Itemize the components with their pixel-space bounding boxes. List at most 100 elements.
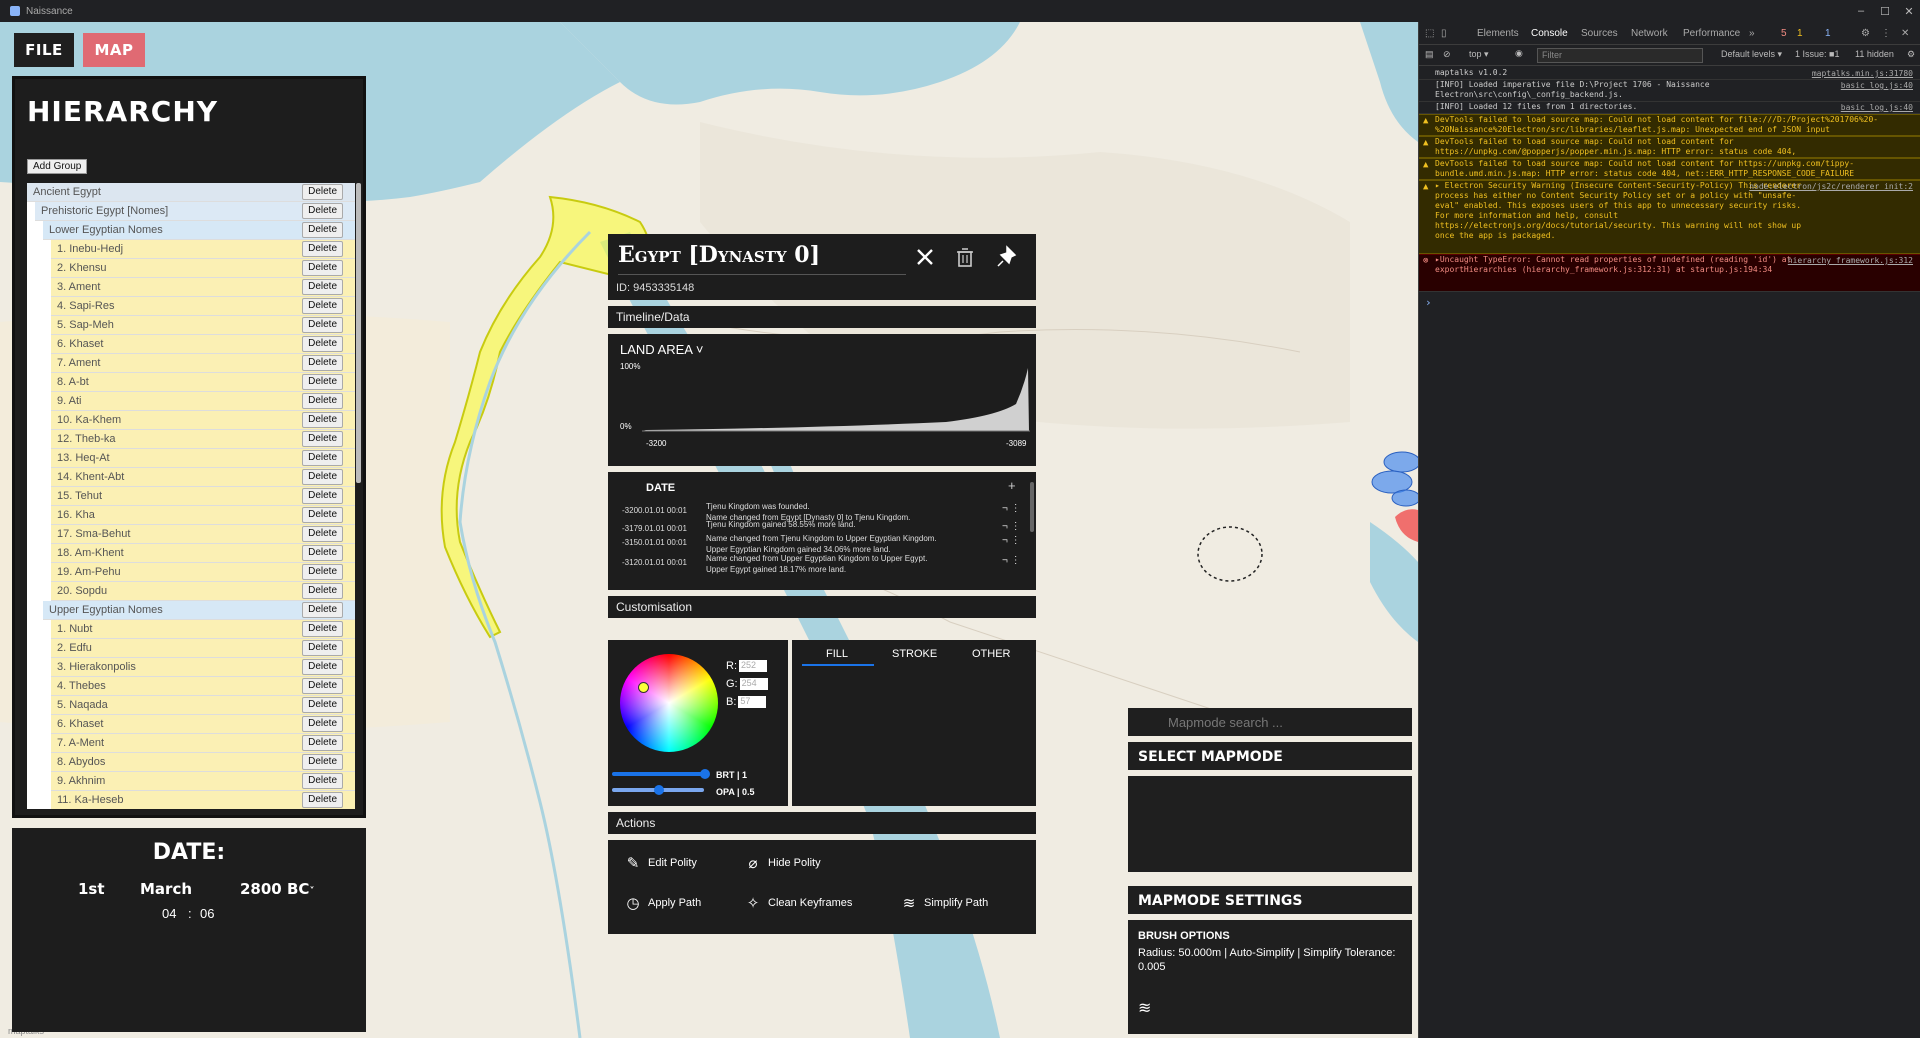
hierarchy-row-label[interactable]: 19. Am-Pehu (51, 566, 302, 578)
color-wheel-cursor[interactable] (638, 682, 649, 693)
hierarchy-row[interactable]: 14. Khent-Abt Delete (51, 468, 355, 487)
warning-count-badge[interactable]: 1 (1797, 28, 1803, 39)
tab-console[interactable]: Console (1531, 28, 1568, 39)
color-wheel[interactable] (620, 654, 718, 752)
add-event-button[interactable]: + (1008, 478, 1016, 493)
hierarchy-row-label[interactable]: 6. Khaset (51, 718, 302, 730)
console-source-link[interactable]: hierarchy_framework.js:312 (1788, 256, 1913, 266)
delete-button[interactable]: Delete (302, 488, 343, 504)
hierarchy-row-label[interactable]: 17. Sma-Behut (51, 528, 302, 540)
info-count-badge[interactable]: 1 (1825, 28, 1831, 39)
delete-button[interactable]: Delete (302, 545, 343, 561)
device-toggle-icon[interactable]: ▯ (1441, 28, 1447, 39)
hierarchy-row-label[interactable]: 9. Ati (51, 395, 302, 407)
date-year[interactable]: 2800 (240, 880, 282, 898)
tab-fill[interactable]: FILL (826, 648, 848, 660)
hierarchy-row[interactable]: 8. Abydos Delete (51, 753, 355, 772)
close-icon[interactable] (912, 244, 938, 270)
mapmode-settings-header[interactable]: MAPMODE SETTINGS (1128, 886, 1412, 914)
delete-button[interactable]: Delete (302, 507, 343, 523)
rgb-b-input[interactable]: 57 (738, 696, 767, 709)
hierarchy-row-label[interactable]: 7. Ament (51, 357, 302, 369)
hierarchy-row[interactable]: 11. Ka-Heseb Delete (51, 791, 355, 809)
hierarchy-row[interactable]: 4. Sapi-Res Delete (51, 297, 355, 316)
hierarchy-row[interactable]: 10. Ka-Khem Delete (51, 411, 355, 430)
event-menu-icon[interactable]: ¬ ⋮ (1002, 555, 1032, 566)
console-prompt[interactable]: › (1425, 296, 1432, 309)
hierarchy-row-label[interactable]: Ancient Egypt (27, 186, 302, 198)
events-scrollbar[interactable] (1030, 482, 1034, 532)
date-hour[interactable]: 04 (162, 906, 176, 921)
hierarchy-row-label[interactable]: 8. Abydos (51, 756, 302, 768)
hierarchy-row-label[interactable]: 12. Theb-ka (51, 433, 302, 445)
hierarchy-row-label[interactable]: 2. Edfu (51, 642, 302, 654)
event-menu-icon[interactable]: ¬ ⋮ (1002, 521, 1032, 532)
delete-button[interactable]: Delete (302, 203, 343, 219)
delete-button[interactable]: Delete (302, 583, 343, 599)
hierarchy-row[interactable]: 19. Am-Pehu Delete (51, 563, 355, 582)
kebab-menu-icon[interactable]: ⋮ (1881, 28, 1891, 39)
simplify-icon[interactable]: ≋ (1138, 998, 1151, 1018)
tab-elements[interactable]: Elements (1477, 28, 1519, 39)
hierarchy-row-label[interactable]: 4. Thebes (51, 680, 302, 692)
hierarchy-row[interactable]: 5. Sap-Meh Delete (51, 316, 355, 335)
mapmode-list[interactable] (1128, 776, 1412, 872)
log-levels-dropdown[interactable]: Default levels ▾ (1721, 49, 1782, 60)
add-group-button[interactable]: Add Group (27, 159, 88, 174)
polity-title[interactable]: Egypt [Dynasty 0] (618, 242, 820, 268)
hierarchy-scrollbar[interactable] (356, 183, 361, 483)
hierarchy-row[interactable]: 7. Ament Delete (51, 354, 355, 373)
customisation-header[interactable]: Customisation (608, 596, 1036, 618)
brightness-slider-knob[interactable] (700, 769, 710, 779)
eye-icon[interactable]: ◉ (1515, 48, 1523, 59)
hierarchy-row-label[interactable]: 5. Naqada (51, 699, 302, 711)
hierarchy-row-label[interactable]: 14. Khent-Abt (51, 471, 302, 483)
close-devtools-icon[interactable]: ✕ (1901, 28, 1909, 39)
delete-button[interactable]: Delete (302, 792, 343, 808)
hierarchy-row[interactable]: Lower Egyptian Nomes Delete (43, 221, 355, 240)
delete-button[interactable]: Delete (302, 374, 343, 390)
hierarchy-row-label[interactable]: 1. Inebu-Hedj (51, 243, 302, 255)
hierarchy-row[interactable]: 15. Tehut Delete (51, 487, 355, 506)
rgb-r-input[interactable]: 252 (739, 660, 767, 673)
delete-button[interactable]: Delete (302, 773, 343, 789)
delete-button[interactable]: Delete (302, 564, 343, 580)
hierarchy-row[interactable]: 16. Kha Delete (51, 506, 355, 525)
inspect-icon[interactable]: ⬚ (1425, 28, 1434, 39)
close-window-button[interactable]: ✕ (1894, 0, 1920, 22)
date-day[interactable]: 1st (78, 880, 105, 898)
hierarchy-row-label[interactable]: 18. Am-Khent (51, 547, 302, 559)
hierarchy-row-label[interactable]: 10. Ka-Khem (51, 414, 302, 426)
console-source-link[interactable]: maptalks.min.js:31780 (1812, 69, 1913, 79)
hierarchy-row[interactable]: 7. A-Ment Delete (51, 734, 355, 753)
hierarchy-row[interactable]: 12. Theb-ka Delete (51, 430, 355, 449)
hierarchy-row-label[interactable]: 4. Sapi-Res (51, 300, 302, 312)
hierarchy-row-label[interactable]: 6. Khaset (51, 338, 302, 350)
hierarchy-row-label[interactable]: 7. A-Ment (51, 737, 302, 749)
hierarchy-row-label[interactable]: 3. Ament (51, 281, 302, 293)
hierarchy-row-label[interactable]: 20. Sopdu (51, 585, 302, 597)
hierarchy-row-label[interactable]: 2. Khensu (51, 262, 302, 274)
hierarchy-row-label[interactable]: 5. Sap-Meh (51, 319, 302, 331)
clear-console-icon[interactable]: ⊘ (1443, 49, 1451, 60)
delete-button[interactable]: Delete (302, 678, 343, 694)
hierarchy-row-label[interactable]: 8. A-bt (51, 376, 302, 388)
hierarchy-row[interactable]: Upper Egyptian Nomes Delete (43, 601, 355, 620)
hierarchy-row[interactable]: 3. Ament Delete (51, 278, 355, 297)
hierarchy-row[interactable]: 1. Inebu-Hedj Delete (51, 240, 355, 259)
clean-keyframes-button[interactable]: ✧ Clean Keyframes (744, 894, 853, 912)
hierarchy-row[interactable]: 1. Nubt Delete (51, 620, 355, 639)
date-minute[interactable]: 06 (200, 906, 214, 921)
land-area-dropdown[interactable]: LAND AREA ˅ (620, 342, 703, 357)
actions-header[interactable]: Actions (608, 812, 1036, 834)
select-mapmode-header[interactable]: SELECT MAPMODE (1128, 742, 1412, 770)
delete-button[interactable]: Delete (302, 431, 343, 447)
delete-button[interactable]: Delete (302, 754, 343, 770)
delete-button[interactable]: Delete (302, 260, 343, 276)
hierarchy-row-label[interactable]: 11. Ka-Heseb (51, 794, 302, 806)
hierarchy-row-label[interactable]: 13. Heq-At (51, 452, 302, 464)
delete-button[interactable]: Delete (302, 450, 343, 466)
hierarchy-list[interactable]: Ancient Egypt Delete Prehistoric Egypt [No… (27, 183, 355, 809)
console-settings-icon[interactable]: ⚙ (1907, 49, 1915, 60)
gear-icon[interactable]: ⚙ (1861, 28, 1870, 39)
